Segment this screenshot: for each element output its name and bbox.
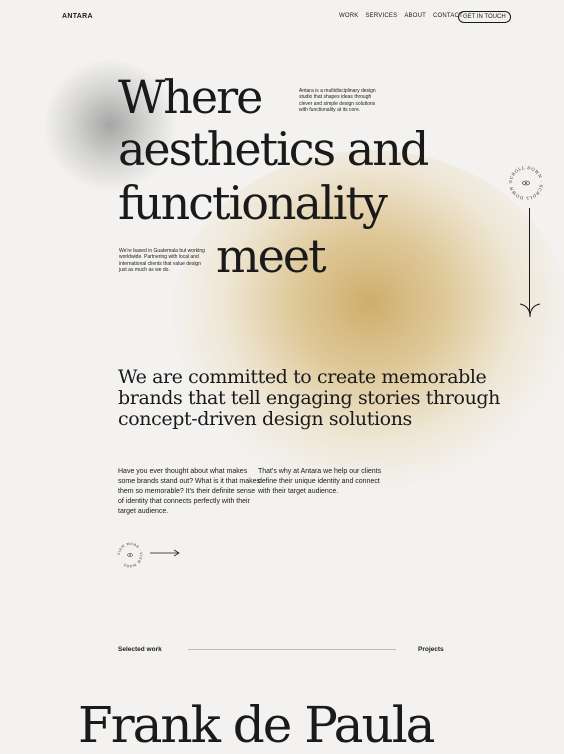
arrow-down-icon [519, 303, 541, 318]
main-nav: WORK SERVICES ABOUT CONTACT [339, 13, 463, 19]
nav-services[interactable]: SERVICES [365, 13, 397, 19]
location-blurb: We're based in Guatemala but working wor… [119, 248, 205, 273]
commitment-paragraph-2: That's why at Antara we help our clients… [258, 468, 382, 495]
commitment-heading: We are committed to create memorable bra… [118, 366, 501, 430]
scroll-down-badge[interactable]: SCROLL DOWN · SCROLL DOWN · [507, 164, 545, 202]
hero-title-line-1: Where [118, 70, 263, 124]
hero-title-line-2: aesthetics and [118, 122, 429, 176]
commitment-paragraph-1: Have you ever thought about what makes s… [118, 468, 261, 515]
nav-about[interactable]: ABOUT [404, 13, 426, 19]
selected-work-label: Selected work [118, 646, 162, 653]
arrow-right-icon[interactable] [150, 549, 180, 557]
hero-title-line-4: meet [216, 229, 327, 283]
get-in-touch-button[interactable]: GET IN TOUCH [458, 11, 511, 23]
nav-work[interactable]: WORK [339, 13, 358, 19]
view-more-badge[interactable]: VIEW MORE · VIEW MORE · [116, 541, 144, 569]
divider [188, 649, 396, 650]
projects-link[interactable]: Projects [418, 646, 444, 653]
hero-title-line-3: functionality [118, 176, 388, 230]
studio-intro: Antara is a multidisciplinary design stu… [299, 88, 376, 113]
logo[interactable]: ANTARA [62, 13, 93, 20]
project-title[interactable]: Frank de Paula [78, 700, 435, 750]
scroll-line [529, 208, 530, 313]
